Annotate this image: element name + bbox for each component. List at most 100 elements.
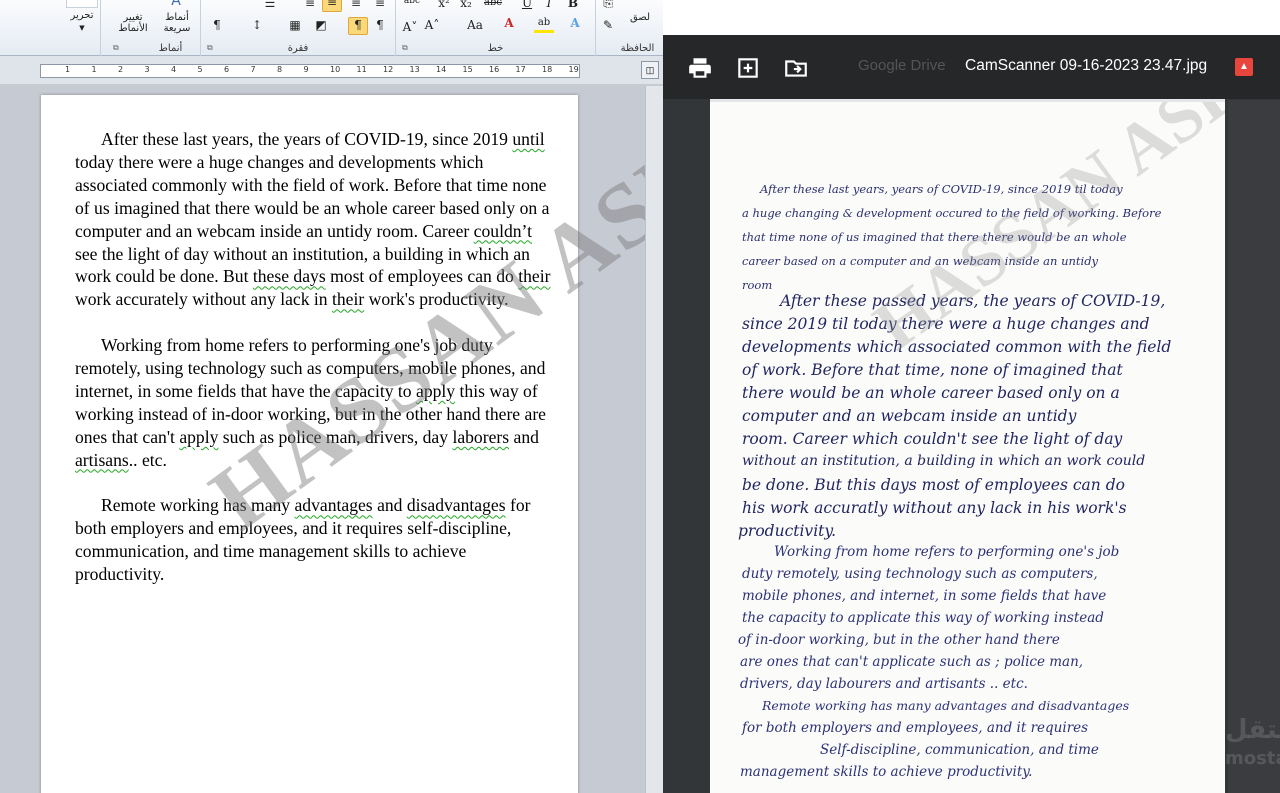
google-drive-label[interactable]: Google Drive [858,57,946,74]
image-viewer: Google Drive CamScanner 09-16-2023 23.47… [663,0,1280,793]
grammar-flag[interactable]: advantages [295,495,373,515]
ruler-toggle-button[interactable]: ◫ [641,61,659,79]
document-page[interactable]: After these last years, the years of COV… [41,0,663,793]
grammar-flag[interactable]: disadvantages [407,495,506,515]
scan-line: management skills to achieve productivit… [740,764,1033,780]
rtl-direction-icon[interactable]: ¶ [371,18,389,32]
scan-line: Remote working has many advantages and d… [762,698,1130,713]
format-painter-icon[interactable]: ✎ [600,18,616,32]
change-styles-button[interactable]: تغيير الأنماط [111,12,155,34]
editing-dropdown-icon[interactable]: ▼ [74,23,90,34]
scan-line: are ones that can't applicate such as ; … [740,654,1084,670]
scan-line: be done. But this days most of employees… [742,476,1125,494]
bold-icon[interactable]: B [566,0,580,10]
grammar-flag[interactable]: these days [253,266,326,286]
horizontal-ruler[interactable]: 1 1 2 3 4 5 6 7 8 9 10 11 12 13 14 15 16 17 18 19 ◫ [0,56,663,84]
ruler-number: 7 [250,65,256,74]
ruler-number: 14 [436,65,447,74]
scan-line: drivers, day labourers and artisants .. … [740,676,1028,692]
document-body[interactable]: After these last years, the years of COV… [75,128,551,609]
font-group-label: خط [487,43,504,54]
ruler-number: 18 [542,65,553,74]
text-run: work accurately without any lack in [75,289,332,310]
italic-icon[interactable]: I [542,0,556,10]
grammar-flag[interactable]: their [518,266,550,286]
text-run: .. etc. [128,449,167,470]
ruler-number: 1 [65,65,71,74]
styles-launcher-icon[interactable]: ⧉ [113,43,119,53]
font-launcher-icon[interactable]: ⧉ [402,43,408,53]
sort-icon[interactable]: ↕ [249,18,265,32]
paste-button[interactable]: لصق [622,12,658,23]
justify-icon[interactable]: ≡ [371,0,389,10]
ruler-number: 19 [568,65,579,74]
styles-group-label: أنماط [158,43,183,54]
ruler-number: 15 [462,65,473,74]
grammar-flag[interactable]: until [512,129,544,149]
show-marks-icon[interactable]: ¶ [209,18,225,32]
paragraph-1[interactable]: After these last years, the years of COV… [75,128,551,311]
move-to-folder-icon[interactable] [783,55,809,81]
align-left-icon[interactable]: ≡ [322,0,342,12]
text-run: such as police man, drivers, day [218,426,453,447]
grow-font-icon[interactable]: A˄ [424,18,440,32]
text-effects-icon[interactable]: A [566,16,584,30]
quick-styles-button[interactable]: أنماط سريعة [155,12,199,34]
paragraph-2[interactable]: Working from home refers to performing o… [75,334,551,471]
text-run: and [372,495,407,516]
grammar-flag[interactable]: their [332,289,364,309]
clipboard-group: ⎘ ✎ لصق الحافظة [595,0,663,56]
viewer-background [663,0,1280,35]
bullets-icon[interactable]: ☰ [261,0,279,10]
scan-line: of in-door working, but in the other han… [738,632,1060,648]
change-font-icon[interactable]: Aa [462,18,488,32]
scan-line: for both employers and employees, and it… [742,720,1089,736]
font-group: abc x² x₂ abc U I B A˅ A˄ Aa A ab A خط ⧉ [395,0,595,56]
underline-icon[interactable]: U [520,0,534,10]
font-color-icon[interactable]: A [500,16,518,30]
viewer-side-panel [1228,100,1280,793]
ruler-number: 2 [118,65,124,74]
ltr-direction-icon[interactable]: ¶ [348,17,368,35]
paragraph-group: ¶ ↕ ▦ ◩ ¶ ¶ ☰ ≡ ≡ ≡ ≡ فقرة ⧉ [200,0,395,56]
grammar-flag[interactable]: couldn’t [474,221,532,241]
grammar-flag[interactable]: apply [179,427,218,447]
ruler-number: 12 [383,65,394,74]
spelling-flag[interactable]: laborers [452,427,509,447]
ruler-number: 16 [489,65,500,74]
editing-button[interactable] [66,0,98,8]
paragraph-group-label: فقرة [287,43,309,54]
borders-icon[interactable]: ▦ [287,18,303,32]
scan-line: the capacity to applicate this way of wo… [742,610,1104,626]
ruler-strip[interactable]: 1 1 2 3 4 5 6 7 8 9 10 11 12 13 14 15 16 17 18 19 [40,64,580,78]
scanned-handwritten-page[interactable]: After these last years, years of COVID-1… [710,99,1225,793]
ruler-number: 17 [515,65,526,74]
ruler-number: 5 [197,65,203,74]
word-window: تحرير ▼ تغيير الأنماط أنماط سريعة A أنما… [0,0,663,793]
change-case-icon[interactable]: abc [402,0,422,8]
spelling-flag[interactable]: artisans [75,450,129,470]
grammar-flag[interactable]: apply [416,381,455,401]
copy-icon[interactable]: ⎘ [600,0,616,10]
styles-icon: A [171,0,181,9]
shading-icon[interactable]: ◩ [313,18,329,32]
paragraph-launcher-icon[interactable]: ⧉ [207,43,213,53]
print-icon[interactable] [687,55,713,81]
shrink-font-icon[interactable]: A˅ [402,20,418,34]
paragraph-3[interactable]: Remote working has many advantages and d… [75,494,551,586]
ribbon: تحرير ▼ تغيير الأنماط أنماط سريعة A أنما… [0,0,663,56]
strikethrough-icon[interactable]: abc [482,0,504,10]
superscript-icon[interactable]: x² [436,0,452,10]
scan-line: there would be an whole career based onl… [742,384,1120,402]
ruler-number: 8 [277,65,283,74]
ruler-number: 6 [224,65,230,74]
add-to-drive-icon[interactable] [735,55,761,81]
highlight-icon[interactable]: ab [534,16,554,33]
subscript-icon[interactable]: x₂ [458,0,474,10]
ruler-number: 10 [330,65,341,74]
scan-line: Working from home refers to performing o… [774,544,1120,560]
editing-label[interactable]: تحرير [64,10,100,21]
vertical-scrollbar[interactable] [645,86,663,793]
align-right-icon[interactable]: ≡ [301,0,319,10]
align-center-icon[interactable]: ≡ [347,0,365,10]
